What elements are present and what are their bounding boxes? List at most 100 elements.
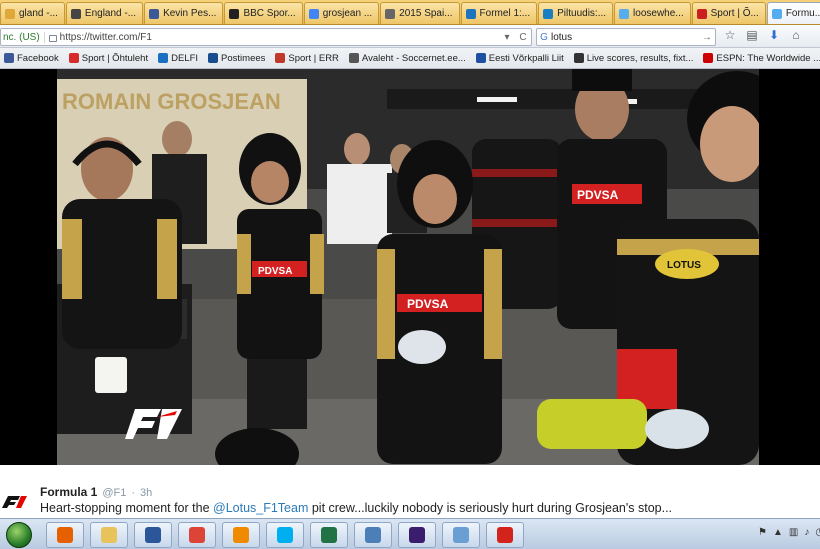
tweet-time[interactable]: 3h [140,487,152,499]
browser-tab[interactable]: BBC Spor... [224,2,303,24]
arrow-up-icon[interactable]: ▲ [773,527,783,538]
bookmark-label: ESPN: The Worldwide ... [716,52,820,64]
browser-tab[interactable]: gland -... [0,2,65,24]
bookmark-label: DELFI [171,52,199,64]
star-icon[interactable]: ☆ [724,28,736,42]
tab-label: Formel 1:... [479,8,531,19]
address-bar[interactable]: nc. (US) https://twitter.com/F1 ▾ C [0,28,532,46]
bookmark-item[interactable]: Sport | ERR [275,53,339,64]
tab-label: Piltuudis:... [557,8,607,19]
tweet-photo[interactable]: ROMAIN GROSJEAN LOTUS PDVSA PDVSA PDVSA [57,69,759,465]
taskbar-app-button[interactable] [134,522,172,548]
bookmark-favicon-icon [573,53,584,63]
tweet-author[interactable]: Formula 1 @F1 · 3h [40,485,152,499]
tab-label: grosjean ... [322,8,373,19]
browser-tab[interactable]: grosjean ... [303,2,380,24]
tab-favicon-icon [771,8,782,19]
bookmark-label: Eesti Võrkpalli Liit [488,52,564,64]
tab-label: England -... [84,8,137,19]
volume-icon[interactable]: ♪ [804,527,809,538]
flag-icon[interactable]: ⚑ [758,527,767,538]
bookmark-item[interactable]: Avaleht - Soccernet.ee... [348,52,466,64]
start-button[interactable] [6,522,32,548]
download-icon[interactable]: ⬇ [768,28,780,42]
taskbar-app-button[interactable] [310,522,348,548]
sponsor-text-3: PDVSA [577,188,619,202]
bookmark-item[interactable]: Facebook [4,53,59,64]
bookmark-label: Facebook [17,52,59,64]
search-input[interactable]: lotus [551,32,699,43]
tab-label: 2015 Spai... [399,8,453,19]
taskbar-app-button[interactable] [178,522,216,548]
twitter-page: ROMAIN GROSJEAN LOTUS PDVSA PDVSA PDVSA … [0,69,820,518]
search-engine-icon[interactable]: G [537,32,551,43]
tab-label: BBC Spor... [243,8,296,19]
network-tray-icon[interactable]: ▥ [789,527,798,538]
tab-label: Kevin Pes... [163,8,217,19]
tweet-text: Heart-stopping moment for the @Lotus_F1T… [40,501,672,515]
bookmark-favicon-icon [703,53,714,63]
browser-tab[interactable]: 2015 Spai... [380,2,460,24]
history-dropdown-icon[interactable]: ▾ [499,32,515,43]
taskbar-app-button[interactable] [90,522,128,548]
search-bar[interactable]: G lotus → [536,28,716,46]
clock-icon[interactable]: ◷ [815,527,820,538]
author-handle[interactable]: @F1 [102,487,126,499]
taskbar-app-button[interactable] [46,522,84,548]
search-go-icon[interactable]: → [699,32,715,43]
bookmark-favicon-icon [275,53,286,63]
chrome-icon [189,527,205,543]
taskbar-app-button[interactable] [398,522,436,548]
tab-favicon-icon [308,8,319,19]
tab-favicon-icon [619,8,630,19]
browser-tab[interactable]: Formu...× [766,2,820,24]
pit-crew-photo: ROMAIN GROSJEAN LOTUS PDVSA PDVSA PDVSA [57,69,759,465]
taskbar-app-button[interactable] [442,522,480,548]
word-icon [145,527,161,543]
bookmark-favicon-icon [158,53,169,63]
browser-tab[interactable]: Sport | Õ... [691,2,766,24]
browser-tab[interactable]: Piltuudis:... [538,2,614,24]
browser-tab[interactable]: loosewhe... [614,2,691,24]
taskbar-app-button[interactable] [266,522,304,548]
mention-link[interactable]: @Lotus_F1Team [213,501,308,515]
bookmark-item[interactable]: Postimees [208,53,265,64]
bookmarks-toolbar: Facebook Sport | Õhtuleht DELFI Postimees Sp… [0,48,820,69]
url-text[interactable]: https://twitter.com/F1 [60,32,499,43]
bookmark-label: Sport | ERR [288,52,339,64]
tab-favicon-icon [229,8,240,19]
bookmark-item[interactable]: ESPN: The Worldwide ... [703,53,820,64]
f1-avatar-icon[interactable] [0,494,30,510]
tab-label: Formu... [785,8,820,19]
lock-icon [48,34,57,42]
bookmark-favicon-icon [68,53,79,63]
clipboard-icon[interactable]: ▤ [746,28,758,42]
tweet-text-before: Heart-stopping moment for the [40,501,213,515]
bookmark-favicon-icon [208,53,219,63]
browser-tab[interactable]: Formel 1:... [460,2,538,24]
browser-tab[interactable]: England -... [65,2,144,24]
paint-icon [453,527,469,543]
bookmark-item[interactable]: Eesti Võrkpalli Liit [475,52,564,64]
taskbar-app-button[interactable] [354,522,392,548]
tab-strip: gland -... England -... Kevin Pes... BBC Sp… [0,0,820,25]
reload-icon[interactable]: C [515,32,531,43]
author-name[interactable]: Formula 1 [40,485,97,499]
bookmark-item[interactable]: DELFI [158,53,198,64]
bookmark-item[interactable]: Sport | Õhtuleht [68,53,148,64]
sponsor-text-1: PDVSA [258,266,292,277]
taskbar-app-button[interactable] [222,522,260,548]
toolbar-icons: ☆ ▤ ⬇ ⌂ [724,28,802,42]
system-tray: ⚑ ▲ ▥ ♪ ◷ [758,527,820,538]
bookmark-favicon-icon [4,53,14,63]
bookmark-label: Avaleht - Soccernet.ee... [361,52,466,64]
bookmark-label: Postimees [221,52,266,64]
navigation-bar: nc. (US) https://twitter.com/F1 ▾ C G lo… [0,25,820,48]
folder-icon [101,527,117,543]
tab-favicon-icon [696,8,707,19]
bookmark-item[interactable]: Live scores, results, fixt... [573,53,693,64]
taskbar-app-button[interactable] [486,522,524,548]
home-icon[interactable]: ⌂ [790,28,802,42]
browser-tab[interactable]: Kevin Pes... [144,2,224,24]
site-identity-label[interactable]: nc. (US) [1,31,45,43]
